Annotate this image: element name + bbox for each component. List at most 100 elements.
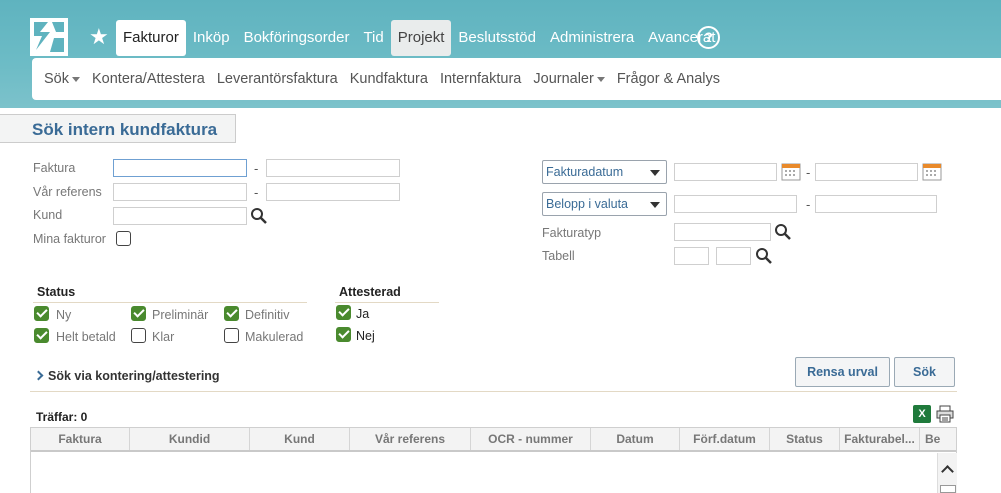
status-helt-betald-checkbox[interactable] (34, 328, 49, 343)
column-header-faktura[interactable]: Faktura (31, 428, 130, 450)
status-ny-checkbox[interactable] (34, 306, 49, 321)
column-header-kund[interactable]: Kund (250, 428, 350, 450)
sub-nav: Sök Kontera/Attestera Leverantörsfaktura… (32, 58, 1001, 100)
hit-count: Träffar: 0 (36, 410, 88, 424)
column-header-ocr-nummer[interactable]: OCR - nummer (471, 428, 591, 450)
nav-bokforingsorder[interactable]: Bokföringsorder (237, 20, 357, 56)
attesterad-ja-checkbox[interactable] (336, 305, 351, 320)
caret-down-icon (72, 76, 80, 82)
expander-label: Sök via kontering/attestering (48, 369, 220, 383)
status-definitiv-checkbox[interactable] (224, 306, 239, 321)
date-to-input[interactable] (815, 163, 918, 181)
status-preliminar-checkbox[interactable] (131, 306, 146, 321)
search-icon[interactable] (774, 223, 792, 241)
search-icon[interactable] (250, 207, 268, 225)
amount-type-value: Belopp i valuta (546, 197, 629, 211)
subnav-journaler[interactable]: Journaler (527, 71, 610, 87)
date-type-value: Fakturadatum (546, 165, 624, 179)
page-title-box: Sök intern kundfaktura (0, 114, 236, 143)
column-header-be[interactable]: Be (920, 428, 956, 450)
attesterad-heading: Attesterad (339, 285, 401, 299)
dropdown-arrow-icon (650, 202, 660, 208)
clear-selection-button[interactable]: Rensa urval (795, 357, 890, 387)
var-referens-to-input[interactable] (266, 183, 400, 201)
column-header-datum[interactable]: Datum (591, 428, 680, 450)
status-klar-label: Klar (152, 330, 175, 344)
amount-from-input[interactable] (674, 195, 797, 213)
help-icon[interactable]: ? (697, 26, 720, 49)
results-table: Faktura Kundid Kund Vår referens OCR - n… (30, 427, 957, 493)
status-klar-checkbox[interactable] (131, 328, 146, 343)
kund-input[interactable] (113, 207, 247, 225)
nav-beslutsstod[interactable]: Beslutsstöd (451, 20, 543, 56)
chevron-right-icon (33, 370, 44, 381)
column-header-forf-datum[interactable]: Förf.datum (680, 428, 770, 450)
status-definitiv-label: Definitiv (245, 308, 290, 322)
subnav-kontera-attestera[interactable]: Kontera/Attestera (86, 71, 211, 87)
dash: - (254, 185, 259, 200)
subnav-kundfaktura[interactable]: Kundfaktura (344, 71, 434, 87)
column-header-fakturabelopp[interactable]: Fakturabel... (840, 428, 920, 450)
dash: - (254, 161, 259, 176)
subnav-internfaktura[interactable]: Internfaktura (434, 71, 527, 87)
search-button[interactable]: Sök (894, 357, 955, 387)
calendar-icon[interactable] (781, 162, 801, 181)
divider (335, 302, 439, 303)
kund-label: Kund (33, 208, 63, 222)
attesterad-nej-label: Nej (356, 329, 375, 343)
dash: - (806, 197, 811, 212)
nav-fakturor[interactable]: Fakturor (116, 20, 186, 56)
app-logo[interactable] (30, 18, 68, 56)
status-makulerad-checkbox[interactable] (224, 328, 239, 343)
amount-to-input[interactable] (815, 195, 937, 213)
tabell-input-1[interactable] (674, 247, 709, 265)
tabell-input-2[interactable] (716, 247, 751, 265)
tabell-label: Tabell (542, 249, 575, 263)
date-from-input[interactable] (674, 163, 777, 181)
table-scrollbar[interactable] (937, 453, 957, 493)
fakturatyp-label: Fakturatyp (542, 226, 602, 240)
divider (30, 391, 957, 392)
var-referens-label: Vår referens (33, 185, 102, 199)
column-header-kundid[interactable]: Kundid (130, 428, 250, 450)
favorites-star-icon[interactable]: ★ (89, 24, 109, 50)
page-title: Sök intern kundfaktura (32, 120, 218, 139)
dropdown-arrow-icon (650, 170, 660, 176)
divider (33, 302, 307, 303)
amount-type-select[interactable]: Belopp i valuta (542, 192, 667, 216)
caret-down-icon (596, 76, 605, 82)
mina-fakturor-label: Mina fakturor (33, 232, 106, 246)
faktura-label: Faktura (33, 161, 76, 175)
subnav-sok[interactable]: Sök (38, 71, 86, 87)
search-icon[interactable] (755, 247, 773, 265)
column-header-var-referens[interactable]: Vår referens (350, 428, 471, 450)
subnav-sok-label: Sök (44, 71, 69, 87)
print-icon[interactable] (935, 405, 955, 423)
status-heading: Status (37, 285, 76, 299)
faktura-from-input[interactable] (113, 159, 247, 177)
date-type-select[interactable]: Fakturadatum (542, 160, 667, 184)
excel-export-icon[interactable]: X (913, 405, 931, 423)
subnav-fragor-analys[interactable]: Frågor & Analys (611, 71, 726, 87)
faktura-to-input[interactable] (266, 159, 400, 177)
table-header: Faktura Kundid Kund Vår referens OCR - n… (31, 428, 956, 452)
attesterad-nej-checkbox[interactable] (336, 327, 351, 342)
main-nav: Fakturor Inköp Bokföringsorder Tid Proje… (116, 20, 722, 56)
calendar-icon[interactable] (922, 162, 942, 181)
nav-inkop[interactable]: Inköp (186, 20, 237, 56)
scroll-up-icon[interactable] (941, 465, 954, 478)
subnav-journaler-label: Journaler (533, 71, 594, 87)
scroll-thumb[interactable] (940, 485, 956, 493)
fakturatyp-input[interactable] (674, 223, 771, 241)
var-referens-from-input[interactable] (113, 183, 247, 201)
status-helt-betald-label: Helt betald (56, 330, 116, 344)
column-header-status[interactable]: Status (770, 428, 840, 450)
dash: - (806, 165, 811, 180)
status-ny-label: Ny (56, 308, 72, 322)
subnav-leverantorsfaktura[interactable]: Leverantörsfaktura (211, 71, 344, 87)
nav-projekt[interactable]: Projekt (390, 20, 452, 56)
nav-administrera[interactable]: Administrera (543, 20, 641, 56)
nav-tid[interactable]: Tid (356, 20, 390, 56)
mina-fakturor-checkbox[interactable] (116, 231, 131, 246)
search-via-kontering-expander[interactable]: Sök via kontering/attestering (33, 369, 220, 383)
